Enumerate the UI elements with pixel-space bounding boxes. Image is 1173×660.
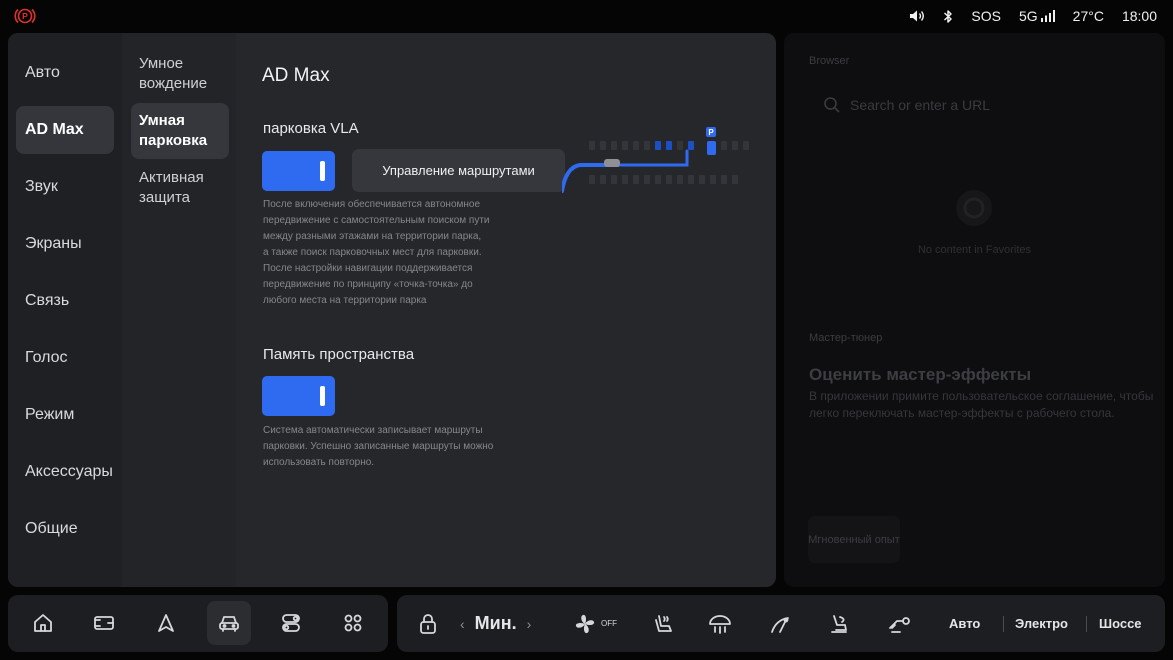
steering-heat-button[interactable] — [705, 595, 735, 652]
nav-item-general[interactable]: Общие — [16, 505, 114, 553]
description-line: любого места на территории парка — [263, 295, 427, 306]
page-title: AD Max — [262, 65, 330, 86]
description-line: передвижение по принципу «точка-точка» д… — [263, 279, 473, 290]
nav-item-screens[interactable]: Экраны — [16, 220, 114, 268]
nav-item-ad-max[interactable]: AD Max — [16, 106, 114, 154]
settings-panel: Авто AD Max Звук Экраны Связь Голос Режи… — [8, 33, 776, 587]
widget-area: Browser Search or enter a URL No content… — [784, 33, 1165, 587]
divider — [1086, 616, 1087, 632]
tuner-widget-title: Оценить мастер-эффекты — [809, 365, 1032, 384]
network-label: 5G — [1018, 8, 1038, 24]
defrost-icon — [889, 616, 910, 633]
favorites-empty-text: No content in Favorites — [917, 244, 1032, 256]
nav-item-accessories[interactable]: Аксессуары — [16, 448, 114, 496]
seat-heat-button[interactable] — [648, 595, 678, 652]
svg-text:P: P — [708, 128, 714, 137]
volume-icon[interactable] — [909, 9, 925, 23]
description-line: Система автоматически записывает маршрут… — [263, 425, 483, 436]
fan-speed-control: ‹ Мин. › — [460, 595, 531, 652]
drive-mode-highway[interactable]: Шоссе — [1099, 595, 1142, 652]
nav-item-auto[interactable]: Авто — [16, 49, 114, 97]
drive-mode-electric[interactable]: Электро — [1015, 595, 1068, 652]
nav-item-mode[interactable]: Режим — [16, 391, 114, 439]
fan-icon — [575, 614, 595, 633]
sos-indicator[interactable]: SOS — [971, 8, 1001, 24]
wallet-icon — [94, 616, 114, 630]
browser-search-field[interactable]: Search or enter a URL — [850, 97, 990, 113]
tuner-widget-label: Мастер-тюнер — [809, 332, 883, 344]
fan-decrease-button[interactable]: ‹ — [460, 616, 465, 632]
svg-text:P: P — [22, 11, 28, 21]
tuner-widget-text: В приложении примите пользовательское со… — [809, 389, 1154, 420]
description-line: использовать повторно. — [263, 457, 375, 468]
navigation-button[interactable] — [144, 601, 188, 645]
wiper-icon — [771, 616, 789, 633]
description-line: передвижение с самостоятельным поиском п… — [263, 215, 490, 226]
browser-widget-label: Browser — [809, 55, 850, 67]
drive-mode-auto[interactable]: Авто — [949, 595, 980, 652]
description-line: После включения обеспечивается автономно… — [263, 199, 481, 210]
toggle-knob — [320, 161, 325, 181]
controls-button[interactable] — [269, 601, 313, 645]
primary-nav: Авто AD Max Звук Экраны Связь Голос Режи… — [8, 33, 122, 587]
subnav-item-smart-driving[interactable]: Умное вождение — [131, 46, 221, 102]
steering-heat-icon — [709, 614, 731, 634]
lock-icon — [420, 613, 436, 634]
favorites-empty-icon — [956, 190, 992, 226]
seat-vent-icon — [831, 614, 847, 633]
wallet-button[interactable] — [82, 601, 126, 645]
parking-route-illustration: P — [562, 127, 749, 193]
navigation-icon — [158, 614, 174, 632]
car-icon — [219, 616, 239, 632]
fan-speed-label: Мин. — [474, 613, 517, 633]
clock: 18:00 — [1121, 8, 1157, 24]
subnav-item-smart-parking[interactable]: Умная парковка — [131, 103, 229, 159]
secondary-nav: Умное вождение Умная парковка Активная з… — [122, 33, 236, 587]
signal-icon — [1040, 10, 1055, 22]
vla-parking-title: парковка VLA — [263, 120, 359, 137]
description-line: а также поиск парковочных мест для парко… — [263, 247, 482, 258]
toggle-knob — [320, 386, 325, 406]
apps-icon — [344, 614, 362, 632]
instant-experience-button[interactable]: Мгновенный опыт — [808, 516, 900, 563]
fan-toggle-button[interactable]: OFF — [572, 595, 617, 652]
home-icon — [34, 614, 52, 632]
status-bar: P SOS 5G 27°C 18:00 — [0, 0, 1173, 32]
temperature-readout: 27°C — [1072, 8, 1104, 24]
nav-item-sound[interactable]: Звук — [16, 163, 114, 211]
nav-item-connection[interactable]: Связь — [16, 277, 114, 325]
space-memory-title: Память пространства — [263, 346, 415, 363]
space-memory-description: Система автоматически записывает маршрут… — [263, 423, 493, 471]
description-line: После настройки навигации поддерживается — [263, 263, 473, 274]
vehicle-button[interactable] — [207, 601, 251, 645]
seat-heat-icon — [655, 614, 672, 632]
nav-item-voice[interactable]: Голос — [16, 334, 114, 382]
defrost-button[interactable] — [883, 595, 917, 652]
climate-dock: ‹ Мин. › OFF Авто Электро Шоссе — [397, 595, 1165, 652]
fan-state-label: OFF — [601, 619, 617, 628]
home-button[interactable] — [21, 601, 65, 645]
lock-button[interactable] — [413, 595, 443, 652]
all-apps-button[interactable] — [331, 601, 375, 645]
space-memory-toggle[interactable] — [262, 376, 335, 416]
subnav-item-active-safety[interactable]: Активная защита — [131, 160, 221, 216]
parking-brake-icon: P — [14, 8, 36, 24]
toggle-icon — [282, 614, 300, 632]
vla-parking-description: После включения обеспечивается автономно… — [263, 197, 489, 309]
route-management-button[interactable]: Управление маршрутами — [352, 149, 565, 192]
network-indicator: 5G — [1019, 8, 1055, 24]
description-line: парковки. Успешно записанные маршруты мо… — [263, 441, 494, 452]
seat-vent-button[interactable] — [824, 595, 854, 652]
app-dock — [8, 595, 388, 652]
fan-increase-button[interactable]: › — [527, 616, 532, 632]
vla-parking-toggle[interactable] — [262, 151, 335, 191]
settings-content: AD Max парковка VLA Управление маршрутам… — [236, 33, 776, 587]
description-line: между разными этажами на территории парк… — [263, 231, 482, 242]
search-icon — [824, 97, 840, 113]
divider — [1003, 616, 1004, 632]
bluetooth-icon[interactable] — [943, 9, 953, 24]
wiper-button[interactable] — [765, 595, 795, 652]
